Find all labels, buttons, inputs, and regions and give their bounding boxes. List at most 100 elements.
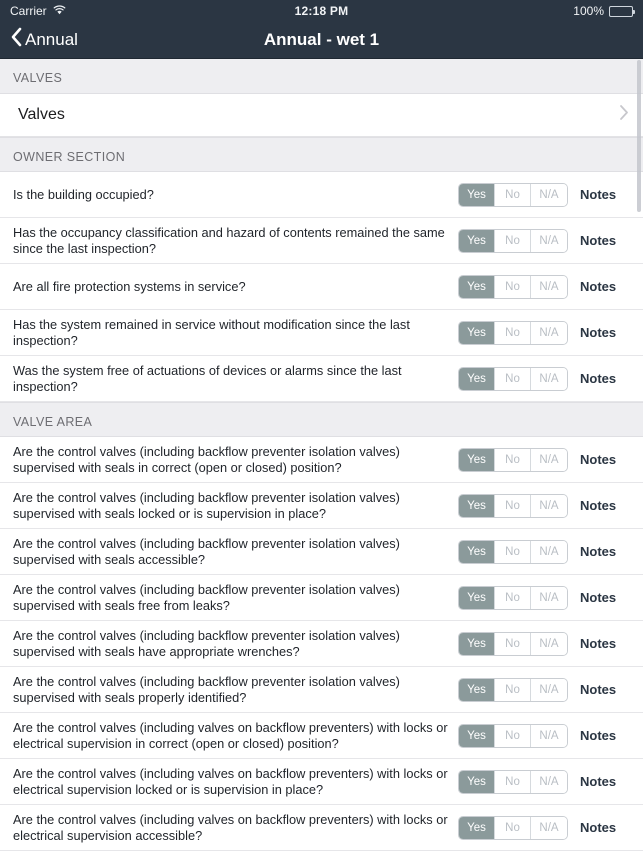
notes-button[interactable]: Notes <box>580 452 622 467</box>
question-text: Are all fire protection systems in servi… <box>13 278 246 294</box>
question-controls: Yes No N/A Notes <box>458 493 622 518</box>
segment-option-no[interactable]: No <box>495 816 531 839</box>
segment-option-yes[interactable]: Yes <box>459 448 495 471</box>
page-title: Annual - wet 1 <box>263 30 380 49</box>
battery-percent-label: 100% <box>573 4 604 18</box>
segment-option-yes[interactable]: Yes <box>459 367 495 390</box>
answer-segmented-control[interactable]: Yes No N/A <box>458 677 568 702</box>
segment-option-no[interactable]: No <box>495 770 531 793</box>
segment-option-no[interactable]: No <box>495 632 531 655</box>
answer-segmented-control[interactable]: Yes No N/A <box>458 447 568 472</box>
notes-button[interactable]: Notes <box>580 820 622 835</box>
notes-button[interactable]: Notes <box>580 636 622 651</box>
segment-option-na[interactable]: N/A <box>531 321 567 344</box>
segment-option-no[interactable]: No <box>495 494 531 517</box>
segment-option-na[interactable]: N/A <box>531 678 567 701</box>
answer-segmented-control[interactable]: Yes No N/A <box>458 320 568 345</box>
segment-option-yes[interactable]: Yes <box>459 540 495 563</box>
answer-segmented-control[interactable]: Yes No N/A <box>458 769 568 794</box>
answer-segmented-control[interactable]: Yes No N/A <box>458 493 568 518</box>
notes-button[interactable]: Notes <box>580 682 622 697</box>
question-controls: Yes No N/A Notes <box>458 366 622 391</box>
notes-button[interactable]: Notes <box>580 371 622 386</box>
notes-button[interactable]: Notes <box>580 544 622 559</box>
question-controls: Yes No N/A Notes <box>458 182 622 207</box>
segment-option-na[interactable]: N/A <box>531 229 567 252</box>
notes-button[interactable]: Notes <box>580 325 622 340</box>
app-root: Carrier 12:18 PM 100% Annual Annual - we… <box>0 0 643 857</box>
segment-option-no[interactable]: No <box>495 448 531 471</box>
segment-option-yes[interactable]: Yes <box>459 586 495 609</box>
inspection-list[interactable]: VALVES Valves OWNER SECTION Is the building… <box>0 59 643 857</box>
question-controls: Yes No N/A Notes <box>458 539 622 564</box>
answer-segmented-control[interactable]: Yes No N/A <box>458 723 568 748</box>
segment-option-no[interactable]: No <box>495 540 531 563</box>
question-row: Was the system free of actuations of dev… <box>0 356 643 402</box>
vertical-scrollbar[interactable] <box>637 60 641 212</box>
segment-option-na[interactable]: N/A <box>531 816 567 839</box>
segment-option-yes[interactable]: Yes <box>459 770 495 793</box>
segment-option-no[interactable]: No <box>495 724 531 747</box>
segment-option-na[interactable]: N/A <box>531 448 567 471</box>
segment-option-na[interactable]: N/A <box>531 586 567 609</box>
question-row: Are the control valves (including valves… <box>0 713 643 759</box>
segment-option-yes[interactable]: Yes <box>459 183 495 206</box>
segment-option-no[interactable]: No <box>495 321 531 344</box>
notes-button[interactable]: Notes <box>580 774 622 789</box>
question-controls: Yes No N/A Notes <box>458 631 622 656</box>
question-text: Is the building occupied? <box>13 186 154 202</box>
notes-button[interactable]: Notes <box>580 590 622 605</box>
notes-button[interactable]: Notes <box>580 498 622 513</box>
nav-row-valves[interactable]: Valves <box>0 94 643 137</box>
segment-option-na[interactable]: N/A <box>531 724 567 747</box>
segment-option-na[interactable]: N/A <box>531 540 567 563</box>
question-row: Are the control valves (including valves… <box>0 805 643 851</box>
segment-option-no[interactable]: No <box>495 183 531 206</box>
segment-option-na[interactable]: N/A <box>531 367 567 390</box>
segment-option-yes[interactable]: Yes <box>459 275 495 298</box>
segment-option-no[interactable]: No <box>495 586 531 609</box>
back-button[interactable]: Annual <box>10 27 78 53</box>
segment-option-yes[interactable]: Yes <box>459 321 495 344</box>
answer-segmented-control[interactable]: Yes No N/A <box>458 182 568 207</box>
answer-segmented-control[interactable]: Yes No N/A <box>458 815 568 840</box>
answer-segmented-control[interactable]: Yes No N/A <box>458 366 568 391</box>
answer-segmented-control[interactable]: Yes No N/A <box>458 228 568 253</box>
notes-button[interactable]: Notes <box>580 233 622 248</box>
notes-button[interactable]: Notes <box>580 728 622 743</box>
question-text: Are the control valves (including backfl… <box>13 581 400 613</box>
battery-full-icon <box>609 5 635 17</box>
segment-option-yes[interactable]: Yes <box>459 816 495 839</box>
segment-option-na[interactable]: N/A <box>531 632 567 655</box>
segment-option-no[interactable]: No <box>495 275 531 298</box>
answer-segmented-control[interactable]: Yes No N/A <box>458 274 568 299</box>
question-text: Has the system remained in service witho… <box>13 316 410 348</box>
question-text: Has the occupancy classification and haz… <box>13 224 445 256</box>
segment-option-no[interactable]: No <box>495 367 531 390</box>
segment-option-na[interactable]: N/A <box>531 494 567 517</box>
question-row: Has the system remained in service witho… <box>0 310 643 356</box>
segment-option-yes[interactable]: Yes <box>459 724 495 747</box>
segment-option-yes[interactable]: Yes <box>459 494 495 517</box>
segment-option-no[interactable]: No <box>495 678 531 701</box>
question-controls: Yes No N/A Notes <box>458 769 622 794</box>
question-controls: Yes No N/A Notes <box>458 585 622 610</box>
segment-option-yes[interactable]: Yes <box>459 632 495 655</box>
segment-option-na[interactable]: N/A <box>531 183 567 206</box>
section-header: VALVES <box>0 59 643 94</box>
notes-button[interactable]: Notes <box>580 187 622 202</box>
notes-button[interactable]: Notes <box>580 279 622 294</box>
segment-option-na[interactable]: N/A <box>531 770 567 793</box>
segment-option-yes[interactable]: Yes <box>459 678 495 701</box>
chevron-left-icon <box>10 27 22 52</box>
answer-segmented-control[interactable]: Yes No N/A <box>458 539 568 564</box>
segment-option-no[interactable]: No <box>495 229 531 252</box>
question-text: Are the control valves (including backfl… <box>13 673 400 705</box>
segment-option-na[interactable]: N/A <box>531 275 567 298</box>
question-controls: Yes No N/A Notes <box>458 723 622 748</box>
answer-segmented-control[interactable]: Yes No N/A <box>458 585 568 610</box>
segment-option-yes[interactable]: Yes <box>459 229 495 252</box>
answer-segmented-control[interactable]: Yes No N/A <box>458 631 568 656</box>
question-row: Are the control valves (including backfl… <box>0 529 643 575</box>
question-text: Are the control valves (including backfl… <box>13 535 400 567</box>
